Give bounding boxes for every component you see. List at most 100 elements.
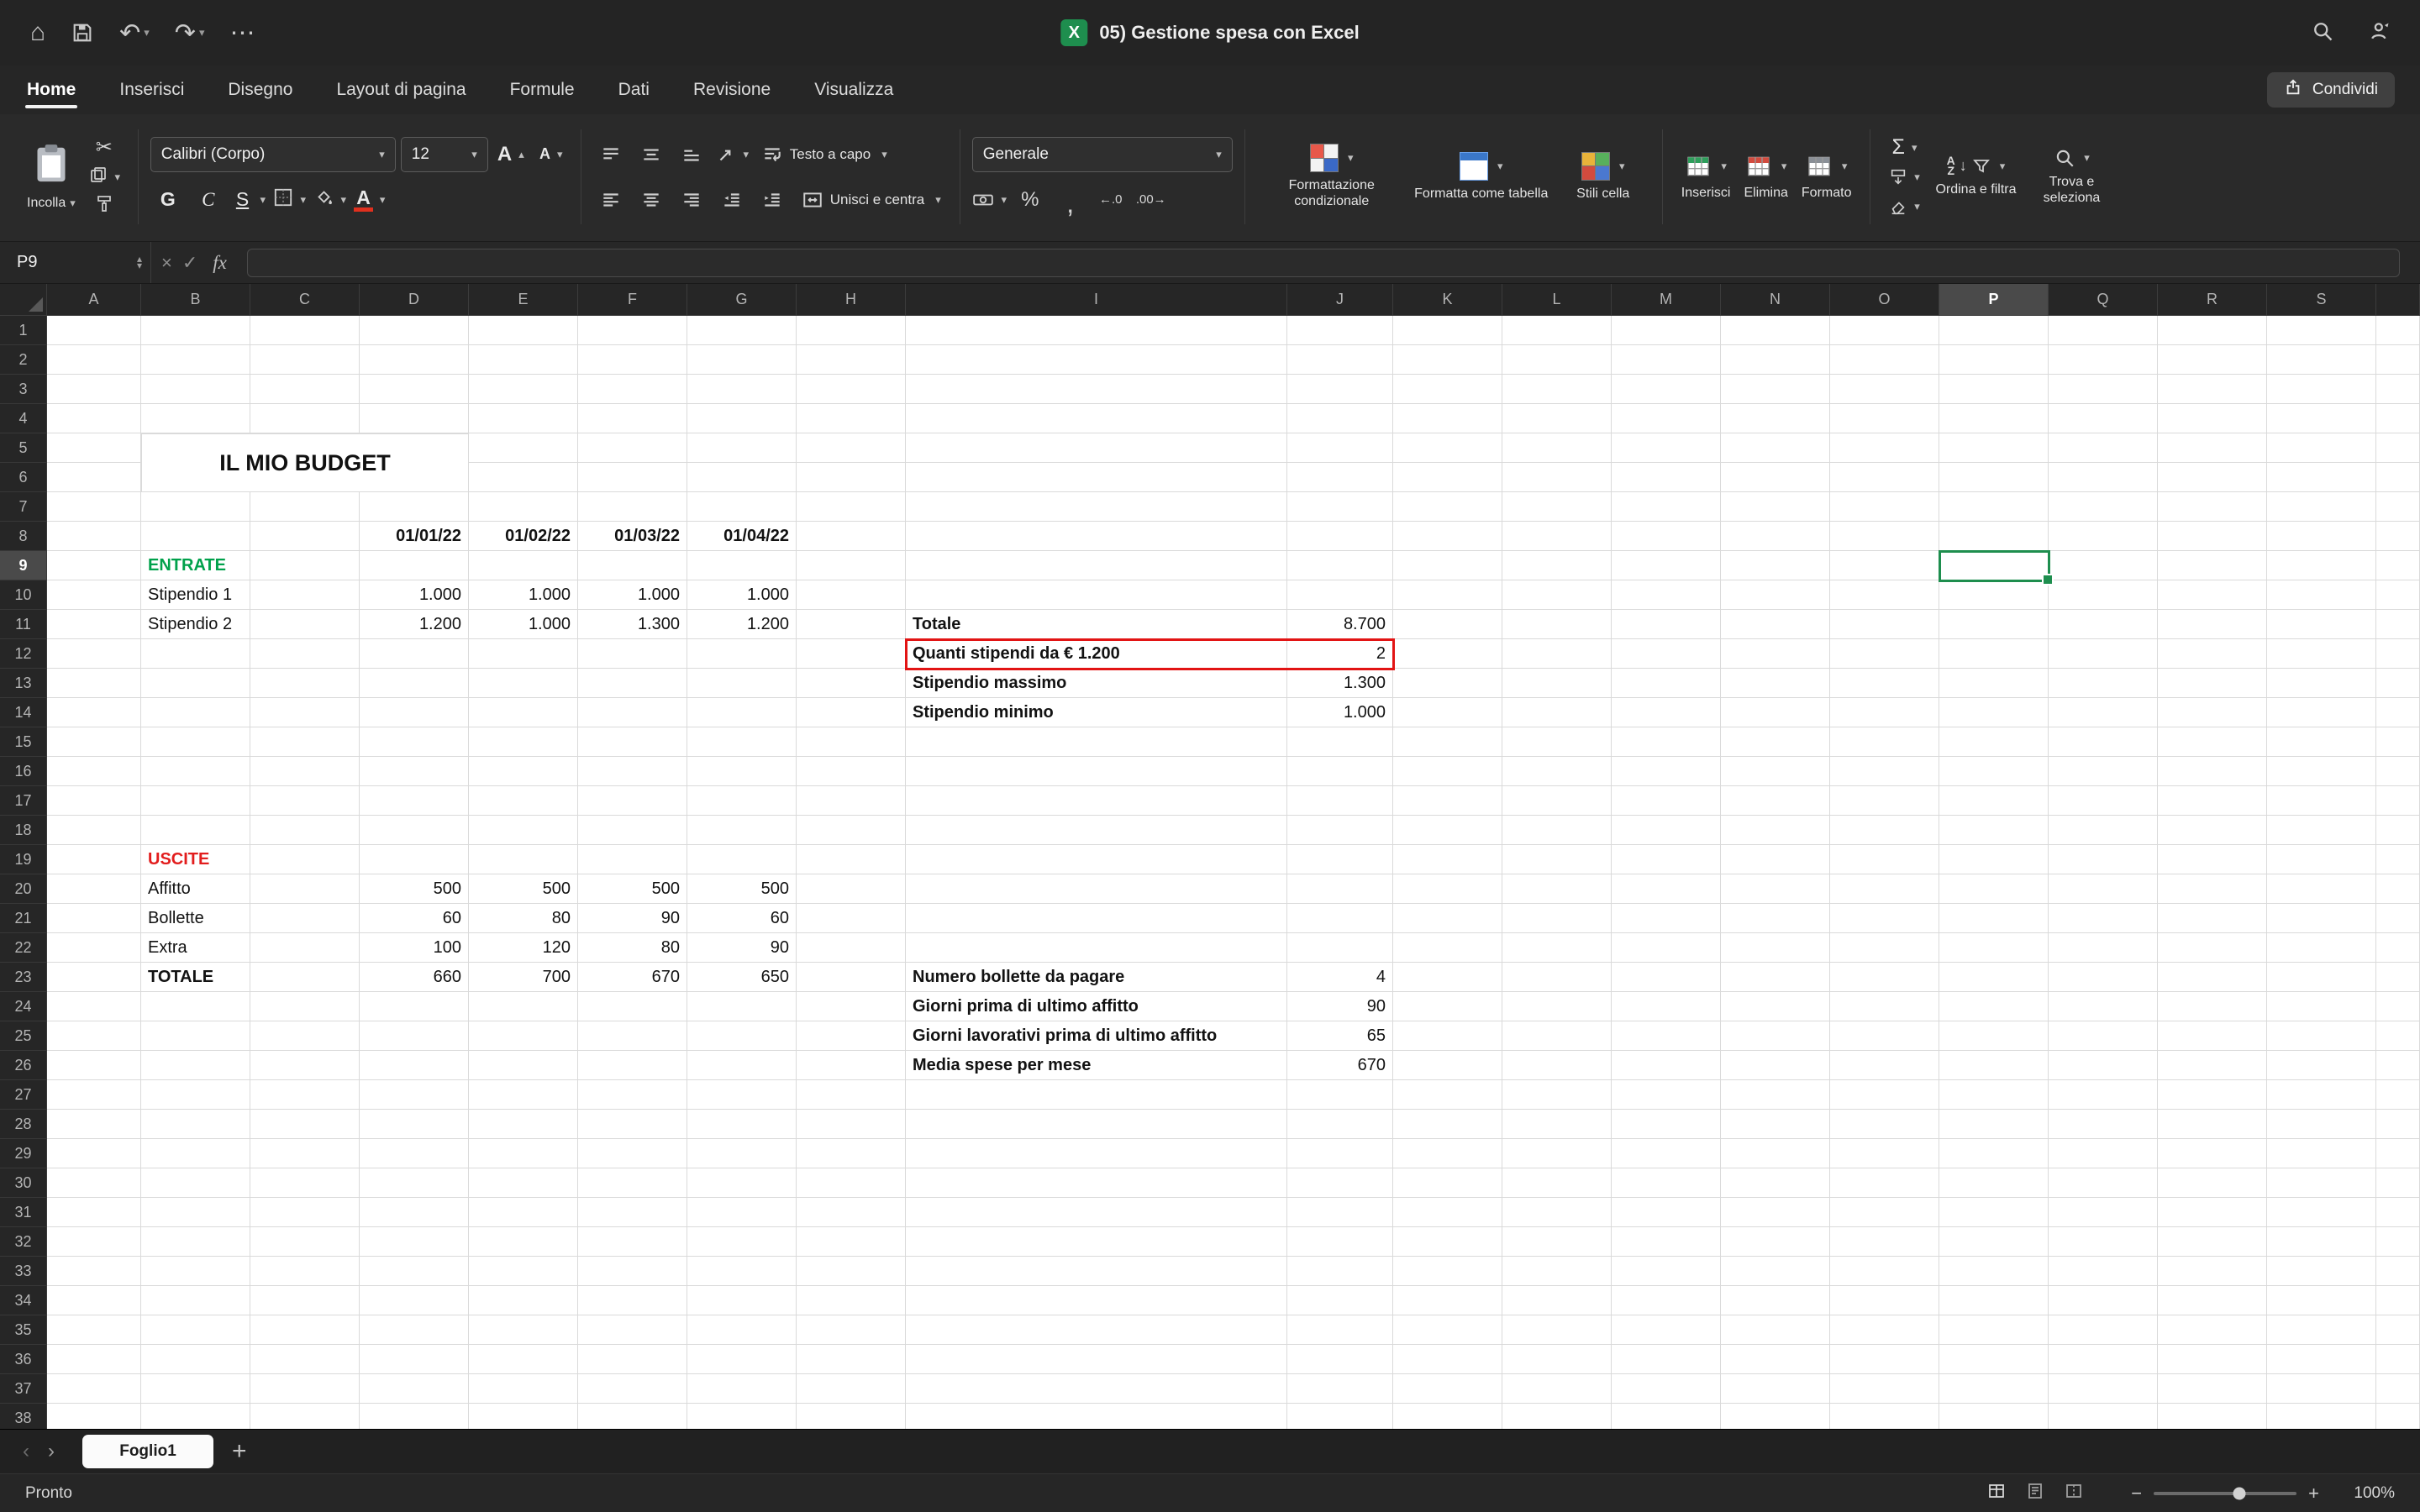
cell-L26[interactable]	[1502, 1051, 1612, 1080]
cell-extra-34[interactable]	[2376, 1286, 2420, 1315]
cell-A1[interactable]	[47, 316, 141, 345]
cell-I19[interactable]	[906, 845, 1287, 874]
cell-H12[interactable]	[797, 639, 906, 669]
column-header-B[interactable]: B	[141, 284, 250, 315]
cell-P5[interactable]	[1939, 433, 2049, 463]
cell-L38[interactable]	[1502, 1404, 1612, 1429]
column-header-P[interactable]: P	[1939, 284, 2049, 315]
cell-R20[interactable]	[2158, 874, 2267, 904]
cell-Q29[interactable]	[2049, 1139, 2158, 1168]
cell-B25[interactable]	[141, 1021, 250, 1051]
cell-I13[interactable]: Stipendio massimo	[906, 669, 1287, 698]
cell-C31[interactable]	[250, 1198, 360, 1227]
cell-E12[interactable]	[469, 639, 578, 669]
cell-F10[interactable]: 1.000	[578, 580, 687, 610]
select-all-corner[interactable]	[0, 284, 47, 315]
cell-N30[interactable]	[1721, 1168, 1830, 1198]
cell-S14[interactable]	[2267, 698, 2376, 727]
cell-I32[interactable]	[906, 1227, 1287, 1257]
decrease-decimal-button[interactable]: .00→	[1134, 182, 1169, 218]
cell-E29[interactable]	[469, 1139, 578, 1168]
cell-J26[interactable]: 670	[1287, 1051, 1393, 1080]
format-cells-button[interactable]: ▾ Formato	[1795, 151, 1859, 203]
cell-H14[interactable]	[797, 698, 906, 727]
cell-I38[interactable]	[906, 1404, 1287, 1429]
cell-Q16[interactable]	[2049, 757, 2158, 786]
cell-Q19[interactable]	[2049, 845, 2158, 874]
cell-E5[interactable]	[469, 433, 578, 463]
cell-G26[interactable]	[687, 1051, 797, 1080]
cell-A11[interactable]	[47, 610, 141, 639]
cell-R32[interactable]	[2158, 1227, 2267, 1257]
cell-R29[interactable]	[2158, 1139, 2267, 1168]
cell-L32[interactable]	[1502, 1227, 1612, 1257]
cell-B26[interactable]	[141, 1051, 250, 1080]
cell-B30[interactable]	[141, 1168, 250, 1198]
cut-button[interactable]: ✂	[82, 134, 126, 161]
cell-I17[interactable]	[906, 786, 1287, 816]
row-header-36[interactable]: 36	[0, 1345, 47, 1374]
tab-disegno[interactable]: Disegno	[226, 73, 294, 107]
cell-A6[interactable]	[47, 463, 141, 492]
cell-I35[interactable]	[906, 1315, 1287, 1345]
cell-C23[interactable]	[250, 963, 360, 992]
cell-K32[interactable]	[1393, 1227, 1502, 1257]
cell-F22[interactable]: 80	[578, 933, 687, 963]
cell-H2[interactable]	[797, 345, 906, 375]
cell-extra-15[interactable]	[2376, 727, 2420, 757]
cell-C21[interactable]	[250, 904, 360, 933]
cell-F21[interactable]: 90	[578, 904, 687, 933]
row-header-22[interactable]: 22	[0, 933, 47, 963]
cell-A29[interactable]	[47, 1139, 141, 1168]
cell-S15[interactable]	[2267, 727, 2376, 757]
cell-D17[interactable]	[360, 786, 469, 816]
cell-L11[interactable]	[1502, 610, 1612, 639]
cell-G7[interactable]	[687, 492, 797, 522]
cell-K14[interactable]	[1393, 698, 1502, 727]
cell-F8[interactable]: 01/03/22	[578, 522, 687, 551]
cell-J36[interactable]	[1287, 1345, 1393, 1374]
cell-L20[interactable]	[1502, 874, 1612, 904]
cell-D9[interactable]	[360, 551, 469, 580]
cell-R31[interactable]	[2158, 1198, 2267, 1227]
cell-P26[interactable]	[1939, 1051, 2049, 1080]
cell-H16[interactable]	[797, 757, 906, 786]
cell-F36[interactable]	[578, 1345, 687, 1374]
cell-S29[interactable]	[2267, 1139, 2376, 1168]
cell-P38[interactable]	[1939, 1404, 2049, 1429]
row-header-7[interactable]: 7	[0, 492, 47, 522]
autosum-button[interactable]: Σ▾	[1882, 134, 1926, 161]
cell-F37[interactable]	[578, 1374, 687, 1404]
cell-E34[interactable]	[469, 1286, 578, 1315]
zoom-level-label[interactable]: 100%	[2341, 1484, 2395, 1503]
cell-O29[interactable]	[1830, 1139, 1939, 1168]
cell-A25[interactable]	[47, 1021, 141, 1051]
cell-D32[interactable]	[360, 1227, 469, 1257]
cell-D38[interactable]	[360, 1404, 469, 1429]
cell-J16[interactable]	[1287, 757, 1393, 786]
cell-C2[interactable]	[250, 345, 360, 375]
cell-J9[interactable]	[1287, 551, 1393, 580]
cell-J28[interactable]	[1287, 1110, 1393, 1139]
cell-C12[interactable]	[250, 639, 360, 669]
cell-L14[interactable]	[1502, 698, 1612, 727]
cell-J22[interactable]	[1287, 933, 1393, 963]
cell-D11[interactable]: 1.200	[360, 610, 469, 639]
cell-C36[interactable]	[250, 1345, 360, 1374]
cell-P22[interactable]	[1939, 933, 2049, 963]
cell-M36[interactable]	[1612, 1345, 1721, 1374]
fill-color-button[interactable]: ▾	[312, 182, 347, 218]
cell-N3[interactable]	[1721, 375, 1830, 404]
cell-extra-35[interactable]	[2376, 1315, 2420, 1345]
cell-B29[interactable]	[141, 1139, 250, 1168]
cell-Q13[interactable]	[2049, 669, 2158, 698]
cell-R12[interactable]	[2158, 639, 2267, 669]
bold-button[interactable]: G	[150, 182, 186, 218]
cell-L18[interactable]	[1502, 816, 1612, 845]
cell-K31[interactable]	[1393, 1198, 1502, 1227]
cell-C19[interactable]	[250, 845, 360, 874]
cell-E13[interactable]	[469, 669, 578, 698]
align-left-button[interactable]	[593, 182, 629, 218]
cell-J33[interactable]	[1287, 1257, 1393, 1286]
cell-P9[interactable]	[1939, 551, 2049, 580]
